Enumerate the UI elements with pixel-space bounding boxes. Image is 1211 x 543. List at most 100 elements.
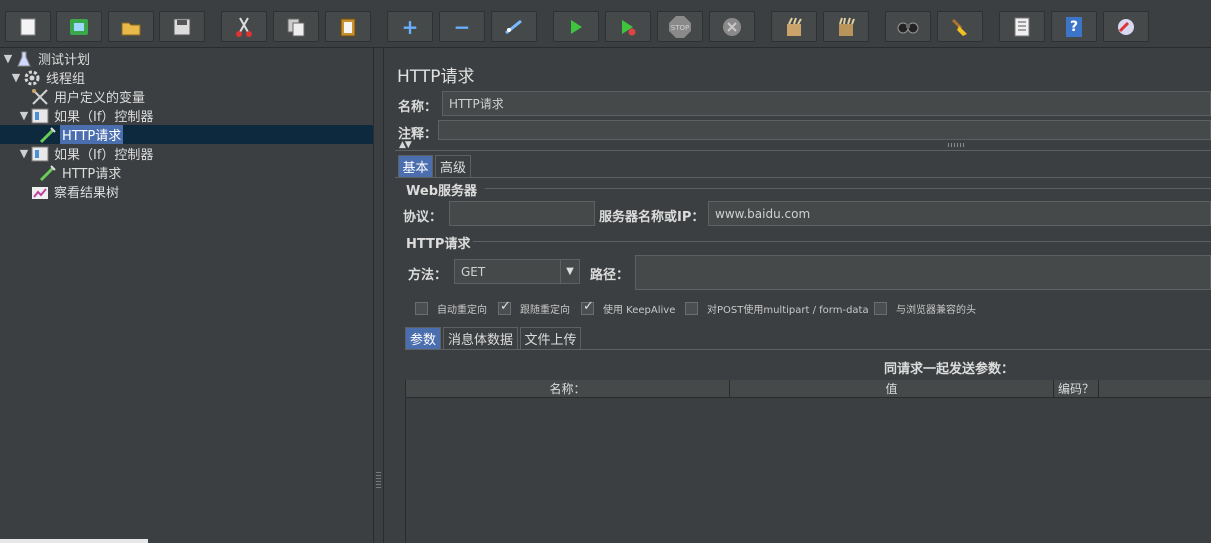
- expand-arrow-icon[interactable]: ▼: [18, 109, 30, 122]
- resize-grip-icon[interactable]: [948, 143, 966, 147]
- clear-all-icon: [839, 17, 855, 36]
- shutdown-icon: [723, 17, 741, 36]
- results-tree-icon: [30, 183, 50, 201]
- function-helper-button[interactable]: [999, 11, 1045, 42]
- paste-button[interactable]: [325, 11, 371, 42]
- web-server-legend: Web服务器: [406, 184, 477, 199]
- tree-item-thread-group[interactable]: ▼ 线程组: [0, 68, 373, 87]
- help-button[interactable]: ?: [1051, 11, 1097, 42]
- path-field[interactable]: [635, 255, 1211, 290]
- auto-redirect-checkbox[interactable]: [415, 302, 428, 315]
- method-value: GET: [461, 264, 486, 279]
- option-label: 与浏览器兼容的头: [896, 305, 976, 316]
- keepalive-checkbox[interactable]: [581, 299, 594, 315]
- comment-field[interactable]: [438, 120, 1211, 140]
- expand-arrow-icon[interactable]: ▼: [2, 52, 14, 65]
- save-icon: [173, 18, 191, 35]
- split-pane-divider[interactable]: [373, 48, 384, 543]
- stop-button[interactable]: STOP: [657, 11, 703, 42]
- auto-redirect-option[interactable]: 自动重定向: [415, 301, 487, 316]
- group-border: [473, 241, 1211, 242]
- tree-item-results-tree[interactable]: 察看结果树: [0, 182, 373, 201]
- tree-item-http-request[interactable]: HTTP请求: [0, 163, 373, 182]
- tab-parameters[interactable]: 参数: [405, 327, 441, 349]
- protocol-field[interactable]: [449, 201, 595, 226]
- tab-advanced[interactable]: 高级: [435, 155, 471, 177]
- remote-button[interactable]: [1103, 11, 1149, 42]
- expand-arrow-icon[interactable]: ▼: [10, 71, 22, 84]
- browser-headers-checkbox[interactable]: [874, 302, 887, 315]
- start-icon: [571, 19, 582, 34]
- http-sampler-icon: [38, 164, 58, 182]
- templates-button[interactable]: [56, 11, 102, 42]
- expand-button[interactable]: +: [387, 11, 433, 42]
- parameters-table[interactable]: 名称： 值 编码？: [405, 380, 1211, 543]
- open-button[interactable]: [108, 11, 154, 42]
- stop-icon: STOP: [669, 15, 691, 38]
- keepalive-option[interactable]: 使用 KeepAlive: [581, 299, 676, 316]
- start-no-pause-button[interactable]: [605, 11, 651, 42]
- search-button[interactable]: [885, 11, 931, 42]
- save-button[interactable]: [159, 11, 205, 42]
- tab-basic[interactable]: 基本: [398, 155, 433, 177]
- toggle-button[interactable]: [491, 11, 537, 42]
- tree-item-if-controller[interactable]: ▼ 如果（If）控制器: [0, 144, 373, 163]
- tree-item-test-plan[interactable]: ▼ 测试计划: [0, 49, 373, 68]
- open-icon: [121, 22, 141, 35]
- tree-item-http-request[interactable]: HTTP请求: [0, 125, 373, 144]
- browser-headers-option[interactable]: 与浏览器兼容的头: [874, 301, 976, 316]
- chevron-down-icon[interactable]: ▼: [560, 260, 579, 283]
- collapse-button[interactable]: −: [439, 11, 485, 42]
- thread-group-icon: [22, 69, 42, 87]
- tree-item-label: 线程组: [46, 72, 86, 87]
- panel-title: HTTP请求: [397, 67, 475, 87]
- column-header-name[interactable]: 名称：: [406, 380, 730, 398]
- tab-body-data[interactable]: 消息体数据: [443, 327, 518, 349]
- cut-button[interactable]: [221, 11, 267, 42]
- multipart-option[interactable]: 对POST使用multipart / form-data: [685, 301, 869, 316]
- server-label: 服务器名称或IP：: [599, 210, 705, 225]
- function-helper-icon: [1014, 17, 1030, 36]
- reset-search-icon: [951, 18, 967, 36]
- toggle-icon: [505, 19, 522, 34]
- templates-icon: [70, 18, 88, 35]
- method-select[interactable]: GET ▼: [454, 259, 580, 284]
- if-controller-icon: [30, 145, 50, 163]
- new-icon: [20, 18, 36, 35]
- http-sampler-icon: [38, 126, 58, 144]
- clear-icon: [787, 17, 802, 36]
- divider-grip-icon: [376, 472, 381, 490]
- column-header-encode[interactable]: 编码？: [1054, 380, 1099, 398]
- option-label: 使用 KeepAlive: [603, 305, 676, 316]
- reset-search-button[interactable]: [937, 11, 983, 42]
- tab-underline: [405, 349, 1211, 350]
- tree-scroll-edge: [0, 539, 148, 543]
- search-icon: [897, 22, 919, 33]
- clear-all-button[interactable]: [823, 11, 869, 42]
- start-button[interactable]: [553, 11, 599, 42]
- option-label: 跟随重定向: [520, 305, 570, 316]
- remote-icon: [1118, 18, 1134, 35]
- server-field[interactable]: www.baidu.com: [708, 201, 1211, 226]
- name-label: 名称：: [398, 100, 438, 115]
- shutdown-button[interactable]: [709, 11, 755, 42]
- tree-item-label: 如果（If）控制器: [54, 110, 154, 125]
- follow-redirects-checkbox[interactable]: [498, 299, 511, 315]
- collapse-arrows-icon[interactable]: ▲▼: [399, 140, 412, 150]
- tree-item-label: HTTP请求: [62, 167, 122, 182]
- column-header-value[interactable]: 值: [730, 380, 1054, 398]
- follow-redirects-option[interactable]: 跟随重定向: [498, 299, 570, 316]
- new-button[interactable]: [5, 11, 51, 42]
- name-field[interactable]: HTTP请求: [442, 91, 1211, 116]
- path-label: 路径：: [590, 268, 630, 283]
- multipart-checkbox[interactable]: [685, 302, 698, 315]
- tab-underline: [395, 177, 1211, 178]
- tab-file-upload[interactable]: 文件上传: [520, 327, 581, 349]
- divider: [395, 150, 1211, 151]
- tree-item-if-controller[interactable]: ▼ 如果（If）控制器: [0, 106, 373, 125]
- copy-button[interactable]: [273, 11, 319, 42]
- clear-button[interactable]: [771, 11, 817, 42]
- option-label: 对POST使用multipart / form-data: [707, 305, 869, 316]
- tree-item-user-variables[interactable]: 用户定义的变量: [0, 87, 373, 106]
- expand-arrow-icon[interactable]: ▼: [18, 147, 30, 160]
